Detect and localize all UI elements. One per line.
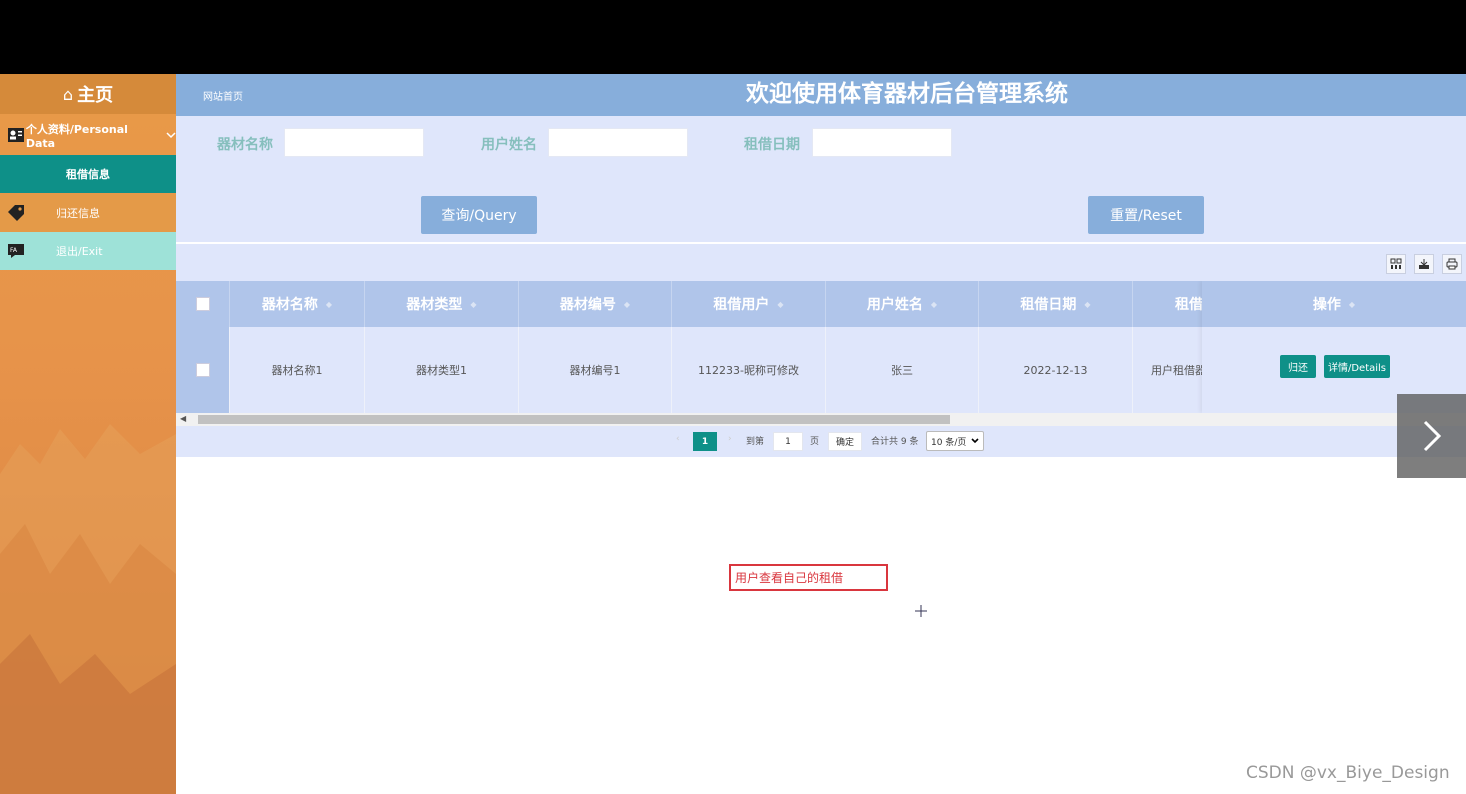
svg-text:FA: FA: [10, 247, 18, 254]
sort-icon: ◆: [623, 299, 631, 309]
sidebar-item-label: 归还信息: [56, 207, 100, 220]
column-header[interactable]: 器材类型 ◆: [365, 281, 519, 327]
column-header-label: 用户姓名: [866, 297, 923, 313]
column-header[interactable]: 用户姓名 ◆: [826, 281, 979, 327]
goto-label: 到第: [746, 437, 765, 447]
sidebar: ⌂ 主页 个人资料/Personal Data 租借信息 归还信息 FA 退出/…: [0, 74, 176, 794]
exit-icon: FA: [6, 241, 26, 261]
user-name-input[interactable]: [548, 128, 688, 157]
column-header[interactable]: 器材名称 ◆: [230, 281, 365, 327]
sort-icon: ◆: [1348, 299, 1356, 309]
sort-icon: ◆: [325, 299, 333, 309]
page-title: 欢迎使用体育器材后台管理系统: [746, 81, 1068, 107]
sort-icon: ◆: [470, 299, 477, 309]
return-button[interactable]: 归还: [1280, 355, 1316, 378]
table-toolbar: [176, 243, 1466, 281]
pagination: ‹ 1 › 到第 1 页 确定 合计共 9 条 10 条/页: [176, 426, 1466, 457]
column-header-label: 租借用户: [713, 297, 770, 313]
sort-icon: ◆: [930, 299, 938, 309]
row-select-cell: [176, 327, 230, 413]
screen: ⌂ 主页 个人资料/Personal Data 租借信息 归还信息 FA 退出/…: [0, 0, 1466, 794]
breadcrumb[interactable]: 网站首页: [203, 88, 243, 103]
next-page-icon[interactable]: ›: [728, 434, 732, 444]
sort-icon: ◆: [1084, 299, 1091, 309]
export-icon[interactable]: [1414, 254, 1434, 274]
reset-button[interactable]: 重置/Reset: [1088, 196, 1204, 234]
sidebar-home[interactable]: ⌂ 主页: [0, 74, 176, 114]
query-button[interactable]: 查询/Query: [421, 196, 537, 234]
details-button[interactable]: 详情/Details: [1324, 355, 1390, 378]
sidebar-item-rental-info[interactable]: 租借信息: [0, 155, 176, 193]
column-header-label: 操作: [1312, 297, 1341, 313]
id-card-icon: [6, 125, 26, 145]
select-all-cell: [176, 281, 230, 327]
rental-table: 器材名称 ◆ 器材类型 ◆ 器材编号 ◆ 租借用户 ◆ 用户姓名 ◆ 租借日期 …: [176, 281, 1466, 413]
page-unit-label: 页: [810, 437, 820, 447]
row-checkbox[interactable]: [195, 363, 210, 377]
sidebar-home-label: 主页: [77, 85, 114, 106]
select-all-checkbox[interactable]: [195, 297, 210, 311]
mountain-background: [0, 424, 176, 794]
table-cell: 器材类型1: [365, 327, 519, 413]
column-header[interactable]: 租借日期 ◆: [979, 281, 1133, 327]
columns-icon[interactable]: [1386, 254, 1406, 274]
sidebar-item-label: 退出/Exit: [56, 245, 103, 258]
sidebar-item-label: 租借信息: [66, 168, 110, 181]
rental-date-label: 租借日期: [744, 137, 800, 153]
column-header-label: 器材类型: [406, 297, 463, 313]
tag-icon: [6, 203, 26, 223]
column-header[interactable]: 器材编号 ◆: [519, 281, 672, 327]
table-cell: 112233-昵称可修改: [672, 327, 826, 413]
main-content: 网站首页 欢迎使用体育器材后台管理系统 器材名称 用户姓名 租借日期 查询/Qu…: [176, 74, 1466, 794]
column-header-label: 器材名称: [261, 297, 318, 313]
print-icon[interactable]: [1442, 254, 1462, 274]
annotation-box: 用户查看自己的租借: [729, 564, 888, 591]
sidebar-item-return-info[interactable]: 归还信息: [0, 194, 176, 232]
header-bar: 网站首页 欢迎使用体育器材后台管理系统: [176, 74, 1466, 116]
table-cell: 器材名称1: [230, 327, 365, 413]
rental-date-input[interactable]: [812, 128, 952, 157]
chevron-right-icon: [1423, 420, 1441, 452]
goto-page-input[interactable]: 1: [773, 432, 803, 451]
horizontal-scrollbar[interactable]: ◀: [176, 413, 1466, 426]
confirm-page-button[interactable]: 确定: [828, 432, 862, 451]
next-slide-button[interactable]: [1397, 394, 1466, 478]
sidebar-item-label: 个人资料/Personal Data: [25, 122, 128, 150]
column-header[interactable]: 操作 ◆: [1202, 281, 1466, 327]
page-size-select[interactable]: 10 条/页: [926, 431, 984, 451]
table-cell: 器材编号1: [519, 327, 672, 413]
equipment-name-input[interactable]: [284, 128, 424, 157]
equipment-name-label: 器材名称: [217, 137, 273, 153]
sort-icon: ◆: [777, 299, 784, 309]
search-panel: 器材名称 用户姓名 租借日期 查询/Query 重置/Reset: [176, 116, 1466, 242]
watermark: CSDN @vx_Biye_Design: [1246, 763, 1450, 783]
sidebar-item-exit[interactable]: FA 退出/Exit: [0, 232, 176, 270]
table-cell: 2022-12-13: [979, 327, 1133, 413]
crosshair-cursor-icon: [914, 604, 928, 622]
chevron-down-icon: [166, 129, 176, 142]
column-header-label: 租借日期: [1020, 297, 1077, 313]
scroll-left-icon[interactable]: ◀: [180, 414, 186, 423]
scrollbar-thumb[interactable]: [198, 415, 950, 424]
user-name-label: 用户姓名: [481, 137, 537, 153]
current-page-button[interactable]: 1: [693, 432, 717, 451]
prev-page-icon[interactable]: ‹: [676, 434, 680, 444]
app-window: ⌂ 主页 个人资料/Personal Data 租借信息 归还信息 FA 退出/…: [0, 74, 1466, 794]
page-size-value: 10 条/页: [931, 437, 967, 448]
column-header[interactable]: 租借用户 ◆: [672, 281, 826, 327]
sidebar-item-personal-data[interactable]: 个人资料/Personal Data: [0, 116, 176, 154]
home-icon: ⌂: [62, 84, 74, 104]
table-cell: 张三: [826, 327, 979, 413]
column-header-label: 租借: [1175, 297, 1203, 313]
column-header-label: 器材编号: [559, 297, 616, 313]
chevron-down-icon: [971, 438, 979, 444]
total-count: 合计共 9 条: [871, 437, 919, 447]
